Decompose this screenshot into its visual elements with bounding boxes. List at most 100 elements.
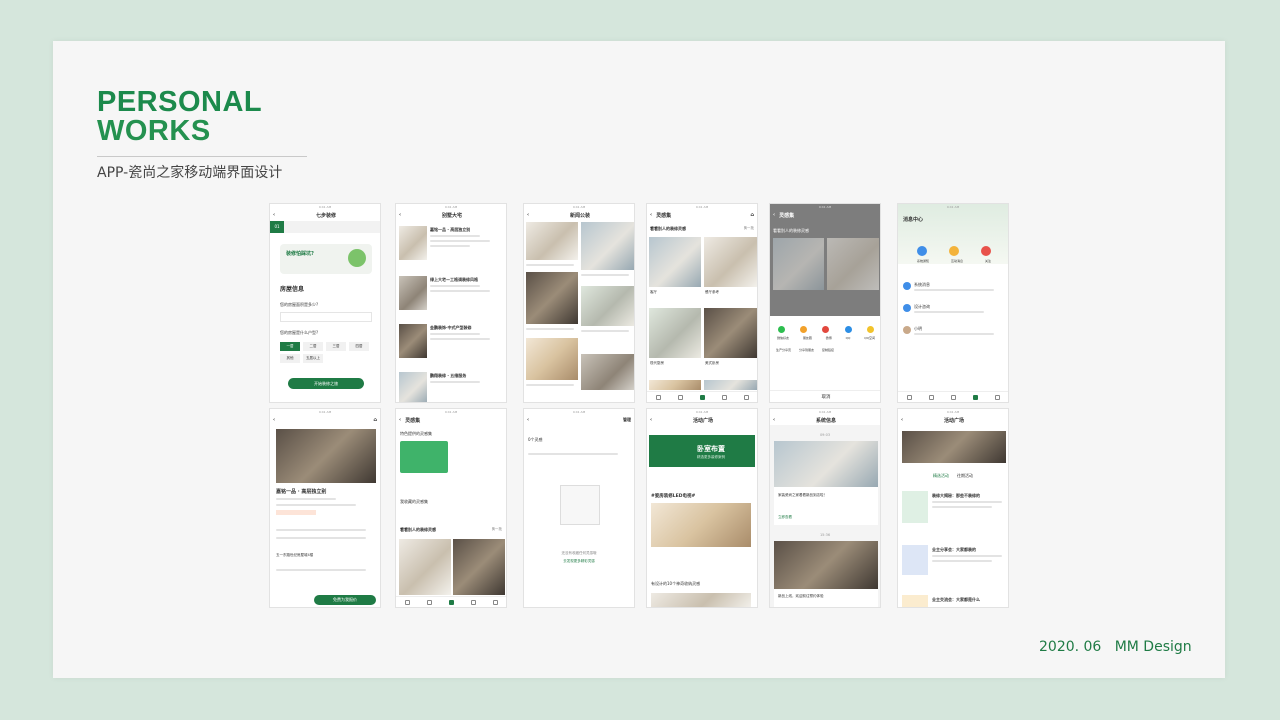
- tab-home-icon[interactable]: [655, 394, 661, 400]
- step-rest: [284, 221, 380, 233]
- nav-bar: ‹ 灵感集: [770, 210, 880, 220]
- message-text: 新品上线，欢迎前往预约体验: [778, 594, 824, 598]
- inspiration-photo[interactable]: [399, 539, 451, 595]
- refresh-link[interactable]: 换一批: [492, 527, 503, 532]
- activity-banner[interactable]: [902, 431, 1006, 463]
- chip[interactable]: 五居以上: [303, 354, 323, 363]
- news-photo[interactable]: [581, 354, 634, 390]
- tab-case-icon[interactable]: [426, 599, 432, 605]
- tab-case-icon[interactable]: [928, 394, 934, 400]
- manage-button[interactable]: 管理: [623, 417, 631, 423]
- quote-button[interactable]: 免费为我报价: [314, 595, 376, 605]
- tab-profile-icon[interactable]: [492, 599, 498, 605]
- tab-home-icon[interactable]: [404, 599, 410, 605]
- start-button[interactable]: 开始装修之旅: [288, 378, 364, 389]
- activity-illustration[interactable]: [902, 545, 928, 575]
- share-extra[interactable]: 分享到朋友: [799, 348, 814, 352]
- discover-link[interactable]: 去发现更多精彩灵感: [524, 559, 634, 564]
- chip[interactable]: 二居: [303, 342, 323, 351]
- home-icon[interactable]: ⌂: [373, 417, 377, 423]
- tab-home-icon[interactable]: [906, 394, 912, 400]
- share-extra[interactable]: 复制链接: [822, 348, 834, 352]
- back-icon[interactable]: ‹: [273, 417, 275, 423]
- home-icon[interactable]: ⌂: [750, 212, 754, 218]
- step-indicator: 01: [270, 221, 380, 233]
- activity-illustration[interactable]: [902, 595, 928, 607]
- chip[interactable]: 其他: [280, 354, 300, 363]
- villa-photo[interactable]: [399, 324, 427, 358]
- topic-tag[interactable]: #瓷房装修LED电视#: [651, 493, 695, 499]
- inspiration-photo[interactable]: [704, 380, 757, 390]
- heart-icon[interactable]: [981, 246, 991, 256]
- notice-icon[interactable]: [917, 246, 927, 256]
- tab-current[interactable]: 精选活动: [933, 473, 949, 479]
- news-photo[interactable]: [526, 338, 578, 380]
- promo-banner[interactable]: 卧室布置 精选更多装修案例: [649, 435, 755, 467]
- inspiration-photo[interactable]: [649, 380, 701, 390]
- topic-photo[interactable]: [651, 503, 751, 547]
- share-extras: 生产分享页 分享到朋友 复制链接: [770, 348, 880, 352]
- screen-decoration-wizard: 9:41 AM ‹ 七步装修 01 装修怕踩坑? 房屋信息 您的房屋面积是多少? …: [269, 203, 381, 403]
- villa-hero-photo[interactable]: [276, 429, 376, 483]
- refresh-link[interactable]: 换一批: [744, 226, 755, 231]
- inspiration-photo[interactable]: [649, 308, 701, 358]
- message-title[interactable]: 设计咨询: [914, 304, 930, 310]
- chip-selected[interactable]: 一居: [280, 342, 300, 351]
- detail-row: [276, 537, 366, 539]
- news-photo[interactable]: [526, 222, 578, 260]
- view-link[interactable]: 立即查看: [778, 515, 792, 520]
- villa-photo[interactable]: [399, 276, 427, 310]
- featured-collection-card[interactable]: [400, 441, 448, 473]
- inspiration-photo[interactable]: [704, 308, 757, 358]
- villa-name[interactable]: 嘉铭一品 · 高层独立别: [430, 227, 504, 233]
- tab-message-icon[interactable]: [972, 394, 978, 400]
- frog-mascot-icon: [348, 249, 366, 267]
- nav-bar: ‹ 活动广场: [898, 415, 1008, 425]
- villa-photo[interactable]: [399, 226, 427, 260]
- activity-illustration[interactable]: [902, 491, 928, 523]
- tab-profile-icon[interactable]: [994, 394, 1000, 400]
- news-photo[interactable]: [581, 286, 634, 326]
- wechat-icon[interactable]: [777, 326, 785, 333]
- consult-avatar-icon: [903, 304, 911, 312]
- message-card[interactable]: 家装瓷尚之家看看新品到店啦！ 立即查看: [774, 441, 878, 525]
- chip[interactable]: 三居: [326, 342, 346, 351]
- activity-title[interactable]: 业主分享会：大家都装的: [932, 547, 1006, 553]
- tab-past[interactable]: 往期活动: [957, 473, 973, 479]
- news-photo[interactable]: [581, 222, 634, 270]
- interaction-icon[interactable]: [949, 246, 959, 256]
- activity-title[interactable]: 装修大揭秘：那些不装修的: [932, 493, 1006, 499]
- topic-photo[interactable]: [651, 593, 751, 607]
- banner-subtitle: 精选更多装修案例: [697, 455, 725, 459]
- moments-icon[interactable]: [800, 326, 808, 333]
- cancel-button[interactable]: 取消: [770, 390, 880, 402]
- back-icon[interactable]: ‹: [527, 417, 529, 423]
- tab-message-icon[interactable]: [721, 394, 727, 400]
- area-input[interactable]: [280, 312, 372, 322]
- message-title[interactable]: 系统消息: [914, 282, 930, 288]
- screen-activity-list: 9:41 AM ‹ 活动广场 精选活动 往期活动 装修大揭秘：那些不装修的 业主分…: [897, 408, 1009, 608]
- villa-name[interactable]: 绿上大宅—工格调装修风格: [430, 277, 504, 283]
- tab-inspiration-icon[interactable]: [950, 394, 956, 400]
- tab-message-icon[interactable]: [470, 599, 476, 605]
- inspiration-photo[interactable]: [453, 539, 505, 595]
- news-photo[interactable]: [526, 272, 578, 324]
- share-extra[interactable]: 生产分享页: [776, 348, 791, 352]
- tab-case-icon[interactable]: [677, 394, 683, 400]
- tab-inspiration-icon[interactable]: [448, 599, 454, 605]
- activity-title[interactable]: 业主交流会：大家都是什么: [932, 597, 1006, 603]
- inspiration-photo[interactable]: [704, 237, 757, 287]
- qzone-icon[interactable]: [867, 326, 875, 333]
- weibo-icon[interactable]: [822, 326, 830, 333]
- villa-photo[interactable]: [399, 372, 427, 402]
- message-title[interactable]: 小明: [914, 326, 922, 332]
- inspiration-photo[interactable]: [649, 237, 701, 287]
- share-label: 微博: [825, 336, 832, 340]
- tab-inspiration-icon[interactable]: [699, 394, 705, 400]
- villa-name[interactable]: 鹏翔装修 · 五维服务: [430, 373, 504, 379]
- chip[interactable]: 四居: [349, 342, 369, 351]
- villa-name[interactable]: 金鹏装饰·中式产型装修: [430, 325, 504, 331]
- tab-profile-icon[interactable]: [743, 394, 749, 400]
- qq-icon[interactable]: [844, 326, 852, 333]
- message-card[interactable]: 新品上线，欢迎前往预约体验: [774, 541, 878, 607]
